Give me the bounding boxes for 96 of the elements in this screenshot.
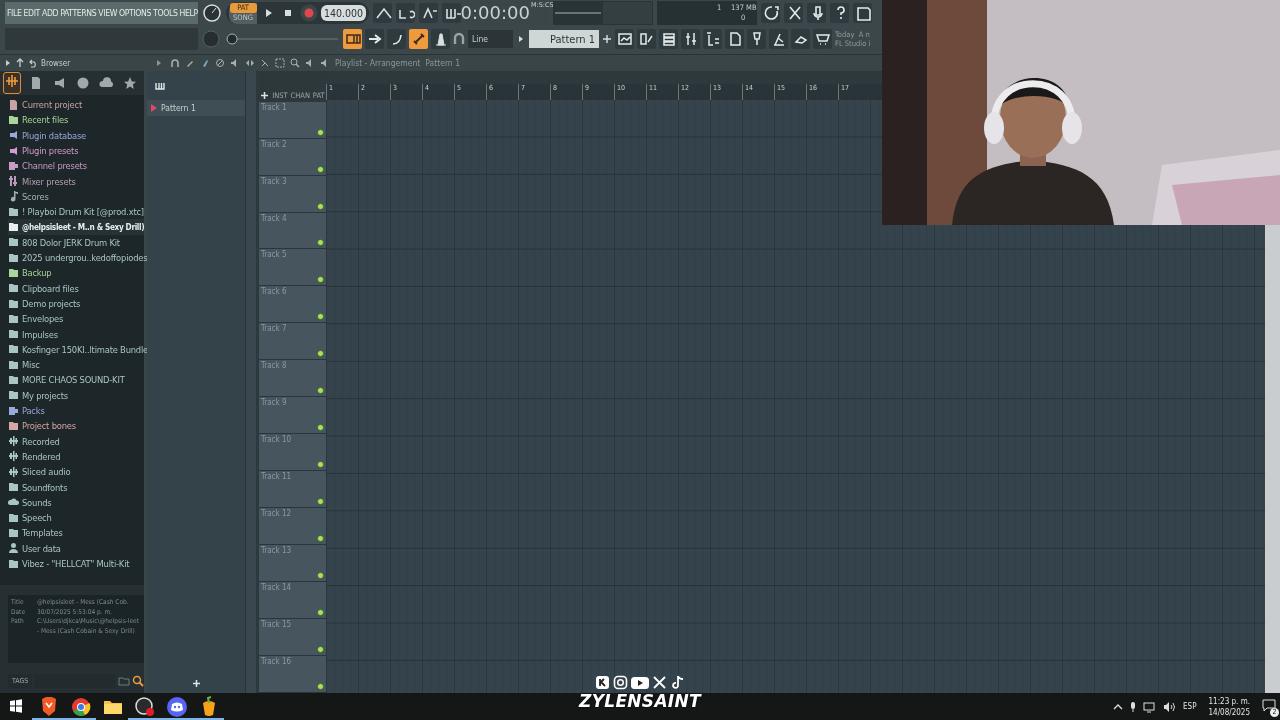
browser-item[interactable]: Demo projects	[8, 295, 144, 312]
led-icon	[317, 645, 324, 653]
browser-item[interactable]: Packs	[8, 402, 144, 419]
music-note-icon	[670, 675, 685, 690]
message-icon	[1262, 699, 1276, 712]
cross-icon	[652, 675, 667, 690]
magnet-icon	[453, 32, 465, 46]
tool-toggle[interactable]	[365, 29, 384, 49]
pattern-selector[interactable]: Pattern 1	[529, 30, 599, 48]
browser-item[interactable]: Templates	[8, 525, 144, 541]
tool-toggle[interactable]	[387, 29, 406, 49]
led-icon	[317, 572, 324, 580]
menu-item[interactable]: FILE	[7, 8, 22, 18]
zoom-icon[interactable]	[290, 58, 300, 68]
tempo-field[interactable]: 140.000	[321, 5, 367, 21]
browser-item[interactable]: My projects	[8, 387, 144, 403]
delete-icon[interactable]	[215, 58, 225, 68]
pattern-marker-icon	[150, 103, 158, 113]
tool-toggle[interactable]	[343, 29, 362, 49]
browser-item[interactable]: Clipboard files	[8, 280, 144, 296]
browser-item[interactable]: Mixer presets	[8, 173, 144, 189]
windows-icon[interactable]	[9, 698, 23, 713]
arrangement-grid[interactable]	[326, 100, 1265, 693]
time-value: 0:00:00	[460, 1, 530, 25]
browser-item[interactable]: Project bones	[8, 418, 144, 434]
slider-thumb[interactable]	[226, 33, 238, 45]
tool-toggle[interactable]	[409, 29, 428, 49]
browser-item[interactable]: Recorded	[8, 433, 144, 449]
browser-item[interactable]: Misc	[8, 357, 144, 373]
led-icon	[317, 276, 324, 284]
browser-item[interactable]: MORE CHAOS SOUND-KIT	[8, 372, 144, 388]
add-icon[interactable]	[260, 90, 270, 100]
browser-item[interactable]: Current project	[8, 97, 144, 113]
led-icon	[317, 128, 324, 136]
menu-item[interactable]: EDIT	[23, 8, 40, 18]
led-icon	[317, 239, 324, 247]
browser-item[interactable]: 808 Dolor JERK Drum Kit	[8, 234, 144, 250]
browser-item[interactable]: Scores	[8, 188, 144, 205]
menu-item[interactable]: PATTERNS	[60, 8, 97, 18]
magnet-icon[interactable]	[170, 58, 180, 68]
brush-icon[interactable]	[200, 58, 210, 68]
led-icon	[317, 350, 324, 358]
browser-item[interactable]: Speech	[8, 510, 144, 526]
scrollbar[interactable]	[245, 71, 256, 693]
browser-item[interactable]: Vibez - "HELLCAT" Multi-Kit	[8, 555, 144, 572]
menu-item[interactable]: HELP	[179, 8, 198, 18]
led-icon	[317, 313, 324, 321]
browser-item[interactable]: Backup	[8, 265, 144, 281]
k-logo-icon	[595, 675, 610, 690]
browser-item[interactable]: Soundfonts	[8, 479, 144, 495]
browser-item[interactable]: Impulses	[8, 326, 144, 342]
play-button-icon	[631, 675, 649, 690]
search-icon[interactable]	[132, 675, 144, 687]
up-icon[interactable]	[16, 58, 24, 68]
undo-icon[interactable]	[28, 58, 37, 68]
pattern-item[interactable]: Pattern 1	[147, 100, 245, 116]
channel-name: ZYLENSAINT	[579, 691, 701, 711]
browser-item[interactable]: Envelopes	[8, 311, 144, 327]
led-icon	[317, 387, 324, 395]
camera-icon	[613, 675, 628, 690]
browser-item[interactable]: ! Playboi Drum Kit [@prod.xtc]	[8, 204, 144, 220]
menu-item[interactable]: TOOLS	[153, 8, 178, 18]
speaker-icon[interactable]	[1163, 700, 1178, 713]
tool-toggle[interactable]	[431, 29, 450, 49]
clock[interactable]: 11:23 p. m. 14/08/2025	[1208, 695, 1250, 718]
add-icon[interactable]	[191, 679, 201, 688]
browser-item[interactable]: Plugin presets	[8, 142, 144, 159]
chat-icon[interactable]	[165, 694, 187, 717]
language-indicator[interactable]: ESP	[1183, 702, 1197, 711]
led-icon	[317, 461, 324, 469]
record-icon[interactable]	[133, 694, 155, 717]
browser-item[interactable]: Channel presets	[8, 158, 144, 174]
browser-item[interactable]: Sliced audio	[8, 464, 144, 480]
menu-item[interactable]: ADD	[42, 8, 59, 18]
led-icon	[317, 202, 324, 210]
browser-item[interactable]: Rendered	[8, 448, 144, 465]
panel-title: Browser	[41, 58, 71, 68]
snap-dropdown[interactable]: Line	[468, 30, 513, 48]
pencil-icon[interactable]	[185, 58, 195, 68]
led-icon	[317, 609, 324, 616]
browser-item[interactable]: Plugin database	[8, 127, 144, 143]
browser-item[interactable]: Sounds	[8, 494, 144, 510]
led-icon	[317, 535, 324, 543]
waveform-icon[interactable]	[4, 73, 20, 89]
browser-item[interactable]: User data	[8, 540, 144, 556]
led-icon	[317, 498, 324, 506]
browser-item[interactable]: Recent files	[8, 112, 144, 128]
led-icon	[317, 682, 324, 690]
menu-item[interactable]: VIEW	[98, 8, 117, 18]
microphone-icon[interactable]	[1129, 700, 1138, 713]
menu-item[interactable]: OPTIONS	[119, 8, 152, 18]
led-icon	[317, 165, 324, 173]
browser-item[interactable]: @helpsisleet - M..n & Sexy Drill)	[8, 219, 144, 235]
led-icon	[317, 424, 324, 432]
expand-icon[interactable]	[4, 58, 12, 68]
volume-slider[interactable]	[224, 32, 340, 46]
